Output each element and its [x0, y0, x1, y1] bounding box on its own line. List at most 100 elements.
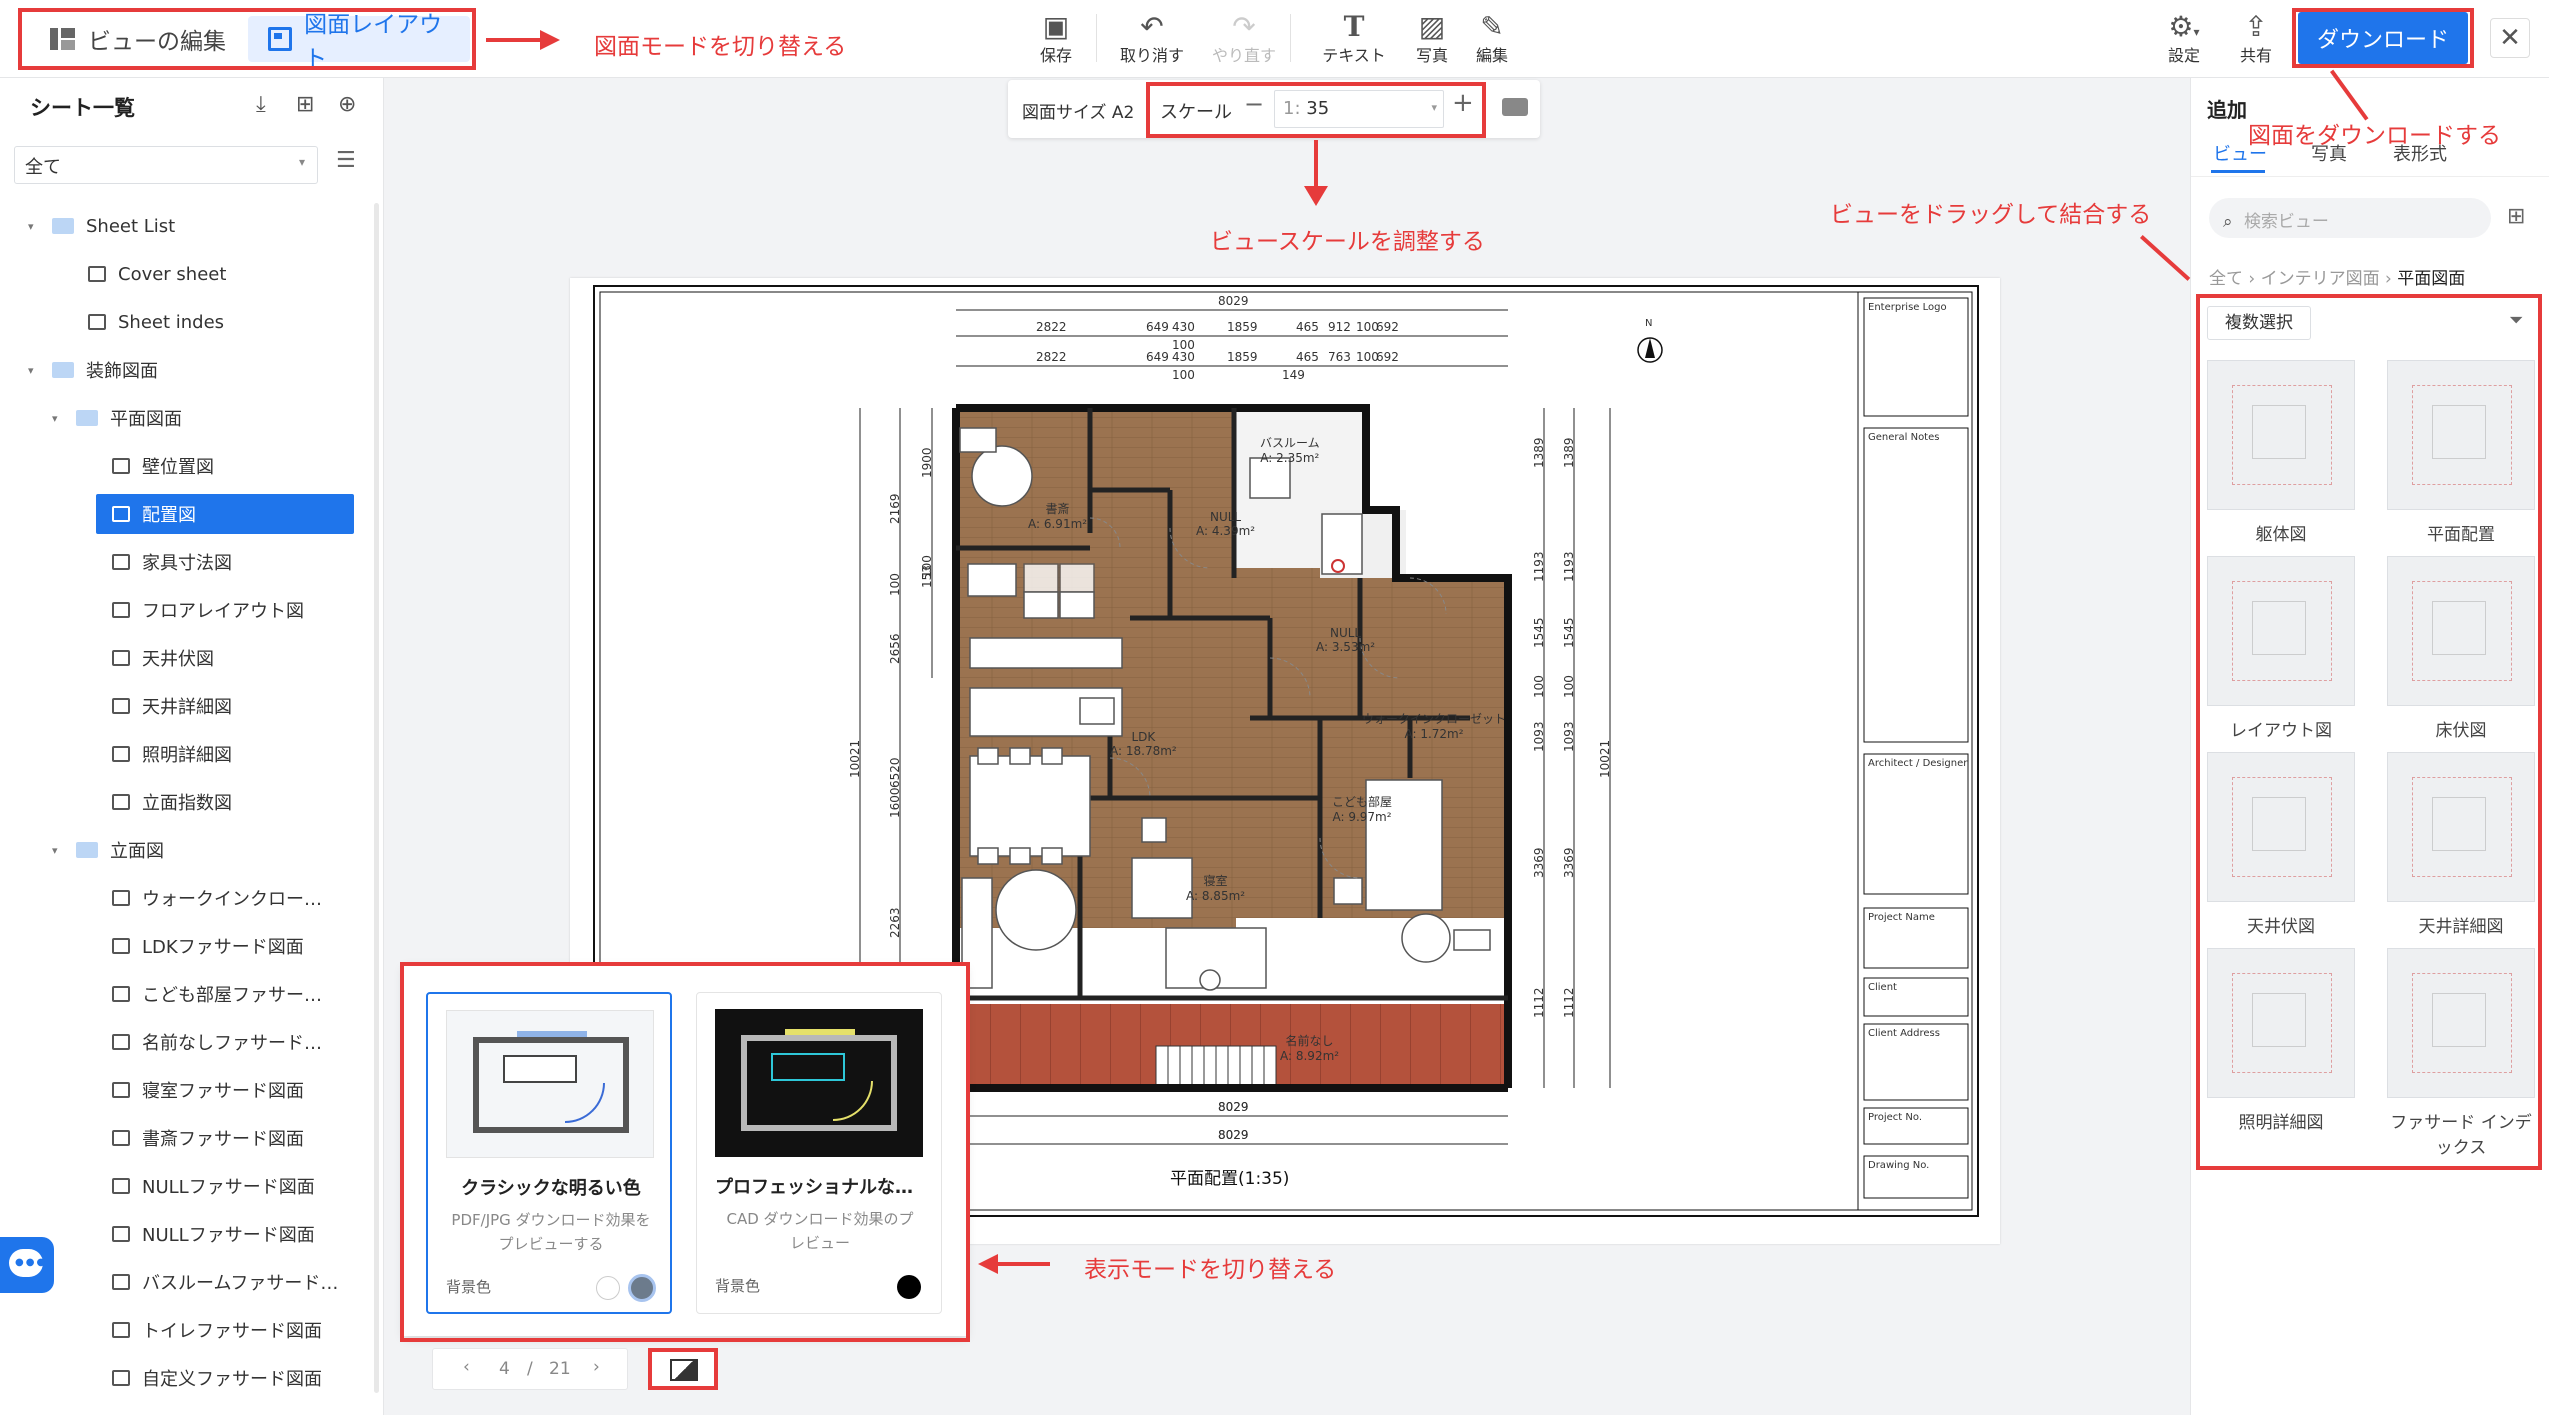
dimension-label: 6520: [888, 757, 902, 788]
download-highlight-box: [2292, 8, 2474, 68]
prev-page-button[interactable]: ‹: [463, 1357, 470, 1377]
undo-icon: ↶: [1140, 10, 1164, 43]
sidebar-item-label: 名前なしファサード…: [142, 1033, 322, 1054]
save-button[interactable]: ▣ 保存: [1020, 12, 1092, 66]
text-button[interactable]: T テキスト: [1318, 12, 1390, 66]
sidebar-item[interactable]: Cover sheet: [88, 254, 370, 294]
arrow-head: [540, 30, 560, 50]
list-view-icon[interactable]: ☰: [336, 148, 356, 173]
share-button[interactable]: ⇪ 共有: [2220, 12, 2292, 66]
add-folder-icon[interactable]: ⊞: [296, 92, 314, 117]
chevron-down-icon[interactable]: ▾: [52, 844, 70, 857]
sidebar-item[interactable]: こども部屋ファサー…: [112, 974, 370, 1014]
fire-alarm-marker: [1331, 559, 1345, 573]
sidebar-item[interactable]: バスルームファサード…: [112, 1262, 370, 1302]
dimension-label: 2822: [1036, 350, 1067, 364]
arrow-head: [978, 1254, 998, 1274]
chevron-down-icon[interactable]: ▾: [52, 412, 70, 425]
download-sheets-icon[interactable]: ⤓: [256, 92, 266, 117]
sidebar-item[interactable]: NULLファサード図面: [112, 1166, 370, 1206]
sheet-icon: [112, 1322, 130, 1338]
sidebar-item[interactable]: 寝室ファサード図面: [112, 1070, 370, 1110]
breadcrumb-item[interactable]: 全て: [2209, 269, 2243, 289]
dimension-label: 1600: [888, 787, 902, 818]
paper-size-label[interactable]: 図面サイズ A2: [1022, 98, 1134, 123]
add-sheet-icon[interactable]: ⊕: [338, 92, 356, 117]
next-page-button[interactable]: ›: [593, 1357, 600, 1377]
sidebar-item-label: 配置図: [142, 505, 196, 526]
sidebar-item-label: トイレファサード図面: [142, 1321, 322, 1342]
sidebar-scrollbar[interactable]: [374, 203, 379, 1393]
sidebar-item[interactable]: Sheet indes: [88, 302, 370, 342]
dimension-label: 100: [1562, 675, 1576, 698]
current-page: 4: [499, 1359, 510, 1379]
sidebar-folder[interactable]: ▾ 立面図: [52, 830, 370, 870]
sidebar-item[interactable]: NULLファサード図面: [112, 1214, 370, 1254]
dimension-label: 1093: [1532, 721, 1546, 752]
display-mode-toggle-button[interactable]: [648, 1348, 718, 1390]
sidebar-item[interactable]: 天井伏図: [112, 638, 370, 678]
sidebar-item[interactable]: トイレファサード図面: [112, 1310, 370, 1350]
sidebar-item-label: ウォークインクロー…: [142, 889, 322, 910]
sheet-icon: [112, 698, 130, 714]
sidebar-item[interactable]: 家具寸法図: [112, 542, 370, 582]
scale-highlight-box: [1146, 82, 1486, 138]
sidebar-item-label: フロアレイアウト図: [142, 601, 304, 622]
dimension-label: 3369: [1562, 847, 1576, 878]
dimension-label: 100: [1172, 368, 1195, 382]
sidebar-item[interactable]: LDKファサード図面: [112, 926, 370, 966]
sidebar-item[interactable]: 名前なしファサード…: [112, 1022, 370, 1062]
room-label: NULL A: 3.53m²: [1316, 626, 1376, 654]
undo-button[interactable]: ↶ 取り消す: [1116, 12, 1188, 66]
chat-support-button[interactable]: ●●●: [0, 1237, 54, 1293]
view-search-input[interactable]: ⌕ 検索ビュー: [2209, 198, 2491, 238]
edit-button[interactable]: ✎ 編集: [1456, 12, 1528, 66]
display-mode-highlight-box: [400, 962, 970, 1342]
sheet-list-panel: シート一覧 ⤓ ⊞ ⊕ 全て ▾ ☰ ▾ Sheet List Cover shee…: [0, 78, 384, 1415]
sidebar-item[interactable]: ウォークインクロー…: [112, 878, 370, 918]
room-label: バスルーム A: 2.35m²: [1260, 436, 1320, 465]
sidebar-item[interactable]: 書斎ファサード図面: [112, 1118, 370, 1158]
sidebar-item[interactable]: 自定义ファサード図面: [112, 1358, 370, 1398]
sidebar-item-label: NULLファサード図面: [142, 1225, 315, 1246]
dimension-label: 100: [888, 573, 902, 596]
chevron-down-icon[interactable]: ▾: [28, 364, 46, 377]
dimension-label: 153: [920, 565, 934, 588]
breadcrumb-item[interactable]: インテリア図面: [2261, 269, 2380, 289]
views-highlight-box: [2196, 294, 2542, 1170]
dimension-label: 430: [1172, 320, 1195, 334]
sidebar-item[interactable]: フロアレイアウト図: [112, 590, 370, 630]
ruler-icon[interactable]: [1502, 98, 1528, 116]
sidebar-item-label: 立面図: [110, 841, 164, 862]
dimension-label: 649: [1146, 350, 1169, 364]
dimension-label: 1112: [1562, 987, 1576, 1018]
sidebar-folder[interactable]: ▾ 装飾図面: [28, 350, 370, 390]
sheet-icon: [88, 266, 106, 282]
breadcrumb-item[interactable]: 平面図面: [2397, 269, 2465, 289]
sidebar-folder[interactable]: ▾ Sheet List: [28, 206, 370, 246]
sheet-icon: [112, 650, 130, 666]
sidebar-item[interactable]: 壁位置図: [112, 446, 370, 486]
sidebar-item-label: 寝室ファサード図面: [142, 1081, 304, 1102]
redo-button[interactable]: ↷ やり直す: [1208, 12, 1280, 66]
close-button[interactable]: ✕: [2490, 18, 2530, 58]
dimension-label: 1193: [1562, 551, 1576, 582]
grid-view-icon[interactable]: ⊞: [2507, 204, 2525, 229]
dimension-label: 2263: [888, 907, 902, 938]
sheet-icon: [112, 1034, 130, 1050]
dimension-label: 692: [1376, 350, 1399, 364]
sidebar-item[interactable]: 立面指数図: [112, 782, 370, 822]
settings-button[interactable]: ⚙▾ 設定: [2148, 12, 2220, 66]
sidebar-item[interactable]: 配置図: [96, 494, 354, 534]
save-icon: ▣: [1042, 10, 1070, 43]
sheet-icon: [88, 314, 106, 330]
toolbar-divider: [1290, 14, 1291, 62]
sheet-filter-select[interactable]: 全て ▾: [14, 146, 318, 184]
chevron-down-icon[interactable]: ▾: [28, 220, 46, 233]
page-sep: /: [527, 1359, 533, 1379]
sidebar-item[interactable]: 照明詳細図: [112, 734, 370, 774]
room-label: 書斎 A: 6.91m²: [1028, 502, 1088, 531]
sidebar-folder[interactable]: ▾ 平面図面: [52, 398, 370, 438]
dimension-label: 1859: [1227, 350, 1258, 364]
sidebar-item[interactable]: 天井詳細図: [112, 686, 370, 726]
